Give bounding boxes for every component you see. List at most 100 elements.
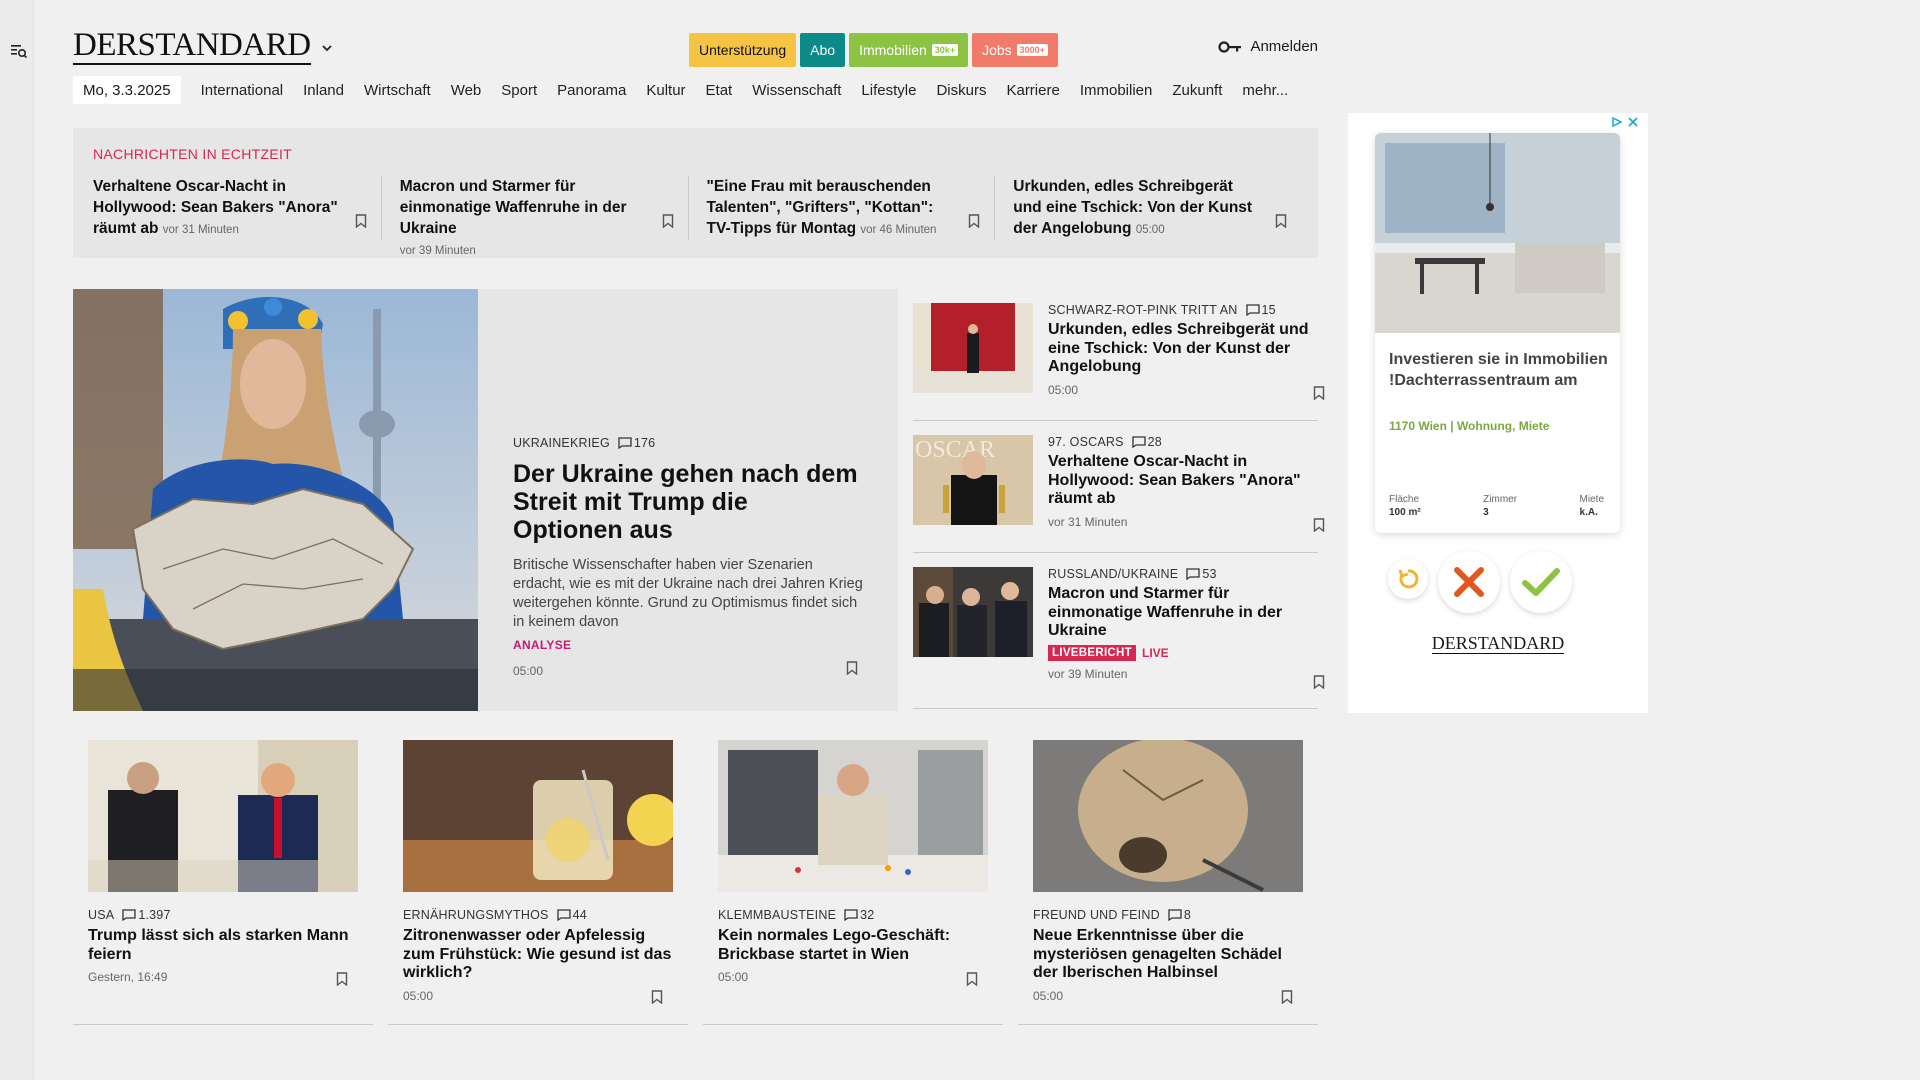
bookmark-icon[interactable] <box>1275 214 1287 228</box>
nav-item-lifestyle[interactable]: Lifestyle <box>851 82 926 99</box>
undo-icon <box>1398 569 1419 589</box>
hero-title[interactable]: Der Ukraine gehen nach dem Streit mit Tr… <box>513 460 863 544</box>
article-card[interactable]: ERNÄHRUNGSMYTHOS 44 Zitronenwasser oder … <box>388 740 688 1025</box>
side-time: vor 39 Minuten <box>1048 666 1128 681</box>
bookmark-icon[interactable] <box>662 214 674 228</box>
bookmark-icon[interactable] <box>846 661 858 675</box>
card-kicker: KLEMMBAUSTEINE 32 <box>718 908 988 922</box>
article-card[interactable]: FREUND UND FEIND 8 Neue Erkenntnisse übe… <box>1018 740 1318 1025</box>
nav-item-wissenschaft[interactable]: Wissenschaft <box>742 82 851 99</box>
nav-item-etat[interactable]: Etat <box>696 82 743 99</box>
card-title[interactable]: Neue Erkenntnisse über die mysteriösen g… <box>1033 927 1303 983</box>
ad-logo: DERSTANDARD <box>1348 633 1648 654</box>
comment-count[interactable]: 44 <box>556 908 587 922</box>
side-article[interactable]: RUSSLAND/UKRAINE 53 Macron und Starmer f… <box>913 553 1325 709</box>
nav-item-immobilien[interactable]: Immobilien <box>1070 82 1163 99</box>
nav-item-karriere[interactable]: Karriere <box>996 82 1069 99</box>
close-icon[interactable] <box>1628 117 1638 127</box>
nav-item-diskurs[interactable]: Diskurs <box>926 82 996 99</box>
ad-listing-image <box>1375 133 1620 333</box>
jobs-count-badge: 3000+ <box>1016 44 1048 56</box>
immobilien-button[interactable]: Immobilien 30k+ <box>849 33 969 67</box>
hero-image <box>73 289 478 711</box>
bookmark-icon[interactable] <box>1313 518 1325 532</box>
card-title[interactable]: Kein normales Lego-Geschäft: Brickbase s… <box>718 927 988 964</box>
bookmark-icon[interactable] <box>355 214 367 228</box>
support-label: Unterstützung <box>699 42 787 58</box>
card-title[interactable]: Trump lässt sich als starken Mann feiern <box>88 927 358 964</box>
side-article[interactable]: OSCAR 97. OSCARS 28 Verhaltene Oscar-Nac… <box>913 421 1325 553</box>
comment-count-value: 176 <box>633 436 656 450</box>
bookmark-icon[interactable] <box>651 990 663 1004</box>
comment-count[interactable]: 32 <box>844 908 874 922</box>
card-time: 05:00 <box>403 988 434 1003</box>
bookmark-icon[interactable] <box>1313 386 1325 400</box>
fact-rooms: Zimmer 3 <box>1483 493 1517 519</box>
ticker-item[interactable]: "Eine Frau mit berauschenden Talenten", … <box>687 176 995 240</box>
advertisement[interactable]: Investieren sie in Immobilien !Dachterra… <box>1348 113 1648 713</box>
nav-item-kultur[interactable]: Kultur <box>636 82 695 99</box>
side-title[interactable]: Urkunden, edles Schreibgerät und eine Ts… <box>1048 321 1310 377</box>
comment-count[interactable]: 8 <box>1168 908 1191 922</box>
comment-count[interactable]: 1.397 <box>122 908 170 922</box>
reject-button[interactable] <box>1438 551 1500 613</box>
comment-icon <box>1186 568 1200 580</box>
nav-item-web[interactable]: Web <box>441 82 492 99</box>
hero-article[interactable]: UKRAINEKRIEG 176 Der Ukraine gehen nach … <box>73 289 898 711</box>
nav-item-panorama[interactable]: Panorama <box>547 82 636 99</box>
ticker-item[interactable]: Urkunden, edles Schreibgerät und eine Ts… <box>994 176 1301 240</box>
comment-count[interactable]: 28 <box>1131 435 1162 449</box>
ad-action-buttons <box>1388 551 1588 613</box>
bookmark-icon[interactable] <box>966 972 978 986</box>
ticker-item[interactable]: Macron und Starmer für einmonatige Waffe… <box>380 176 688 257</box>
header-pills: Unterstützung Abo Immobilien 30k+ Jobs 300… <box>689 33 1058 67</box>
bookmark-icon[interactable] <box>1313 675 1325 689</box>
side-article-list: SCHWARZ-ROT-PINK TRITT AN 15 Urkunden, e… <box>913 289 1325 709</box>
article-card-image <box>403 740 673 892</box>
check-icon <box>1522 568 1560 596</box>
nav-item-zukunft[interactable]: Zukunft <box>1162 82 1232 99</box>
comment-count-value: 44 <box>572 908 587 922</box>
nav-item-more[interactable]: mehr... <box>1232 82 1298 99</box>
nav-item-wirtschaft[interactable]: Wirtschaft <box>354 82 441 99</box>
card-title[interactable]: Zitronenwasser oder Apfelessig zum Frühs… <box>403 927 673 983</box>
support-button[interactable]: Unterstützung <box>689 33 797 67</box>
login-label: Anmelden <box>1250 38 1318 55</box>
fact-rooms-label: Zimmer <box>1483 494 1518 505</box>
bookmark-icon[interactable] <box>336 972 348 986</box>
article-card[interactable]: KLEMMBAUSTEINE 32 Kein normales Lego-Ges… <box>703 740 1003 1025</box>
undo-button[interactable] <box>1388 559 1428 599</box>
comment-count[interactable]: 15 <box>1245 303 1276 317</box>
ticker-time: vor 46 Minuten <box>860 224 937 236</box>
nav-item-sport[interactable]: Sport <box>491 82 547 99</box>
login-button[interactable]: Anmelden <box>1218 38 1318 55</box>
fact-rooms-value: 3 <box>1483 507 1489 518</box>
abo-button[interactable]: Abo <box>800 33 846 67</box>
ad-listing-card[interactable]: Investieren sie in Immobilien !Dachterra… <box>1375 133 1620 533</box>
key-icon <box>1218 40 1242 53</box>
fact-rent: Miete k.A. <box>1580 493 1604 519</box>
article-card-image <box>1033 740 1303 892</box>
menu-search-icon[interactable] <box>10 42 28 60</box>
adchoices-icon[interactable] <box>1612 117 1622 127</box>
bookmark-icon[interactable] <box>968 214 980 228</box>
site-logo[interactable]: DERSTANDARD <box>73 28 311 65</box>
jobs-button[interactable]: Jobs 3000+ <box>972 33 1058 67</box>
bookmark-icon[interactable] <box>1281 990 1293 1004</box>
side-title[interactable]: Macron und Starmer für einmonatige Waffe… <box>1048 585 1310 641</box>
ticker-item[interactable]: Verhaltene Oscar-Nacht in Hollywood: Sea… <box>93 176 381 240</box>
nav-item-international[interactable]: International <box>191 82 294 99</box>
comment-count[interactable]: 176 <box>618 436 655 450</box>
nav-item-inland[interactable]: Inland <box>293 82 354 99</box>
live-indicator: LIVEBERICHT LIVE <box>1048 644 1310 661</box>
ticker-headline: Verhaltene Oscar-Nacht in Hollywood: Sea… <box>93 176 343 241</box>
comment-count[interactable]: 53 <box>1186 567 1216 581</box>
fact-area-value: 100 m² <box>1389 507 1421 518</box>
accept-button[interactable] <box>1510 551 1572 613</box>
chevron-down-icon[interactable] <box>319 40 335 56</box>
side-title[interactable]: Verhaltene Oscar-Nacht in Hollywood: Sea… <box>1048 453 1310 509</box>
ticker-title: Urkunden, edles Schreibgerät und eine Ts… <box>1013 178 1253 237</box>
side-article[interactable]: SCHWARZ-ROT-PINK TRITT AN 15 Urkunden, e… <box>913 289 1325 421</box>
article-card[interactable]: USA 1.397 Trump lässt sich als starken M… <box>73 740 373 1025</box>
comment-count-value: 32 <box>860 908 875 922</box>
